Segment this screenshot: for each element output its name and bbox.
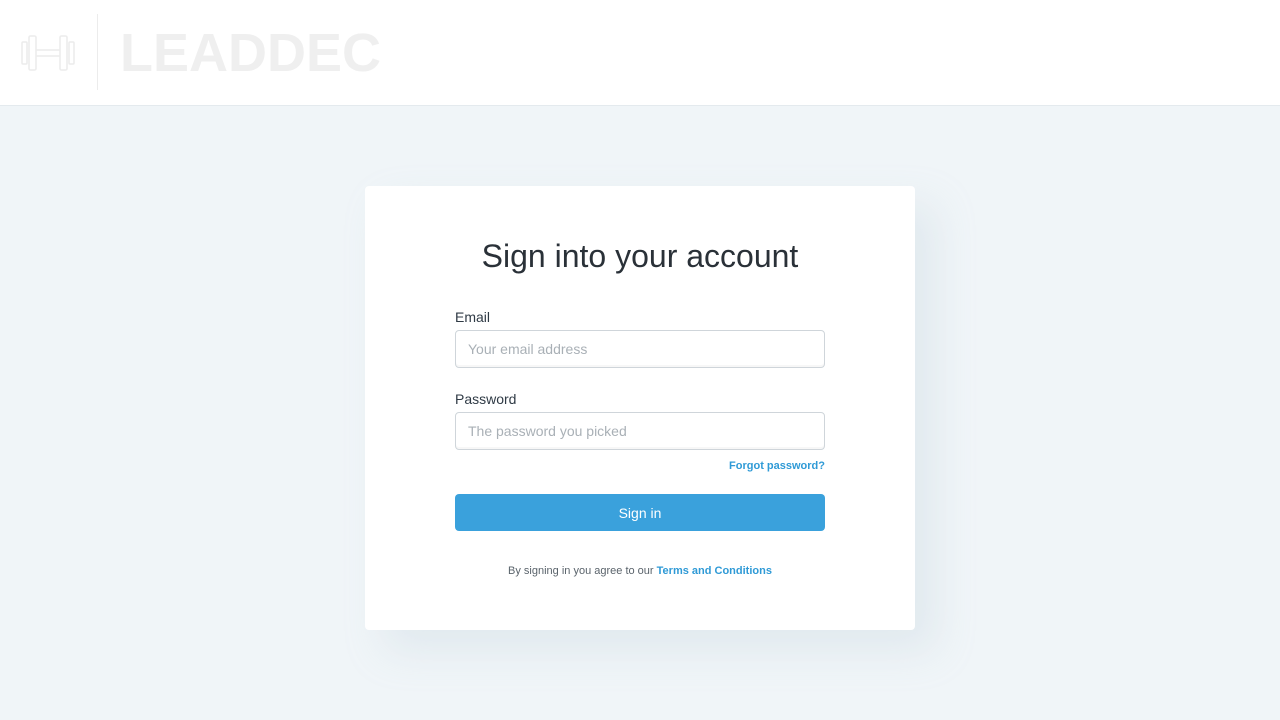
login-card: Sign into your account Email Password Fo… — [365, 186, 915, 630]
page-title: Sign into your account — [481, 238, 799, 274]
logo-divider — [97, 14, 98, 90]
email-field[interactable] — [455, 330, 825, 368]
terms-notice: By signing in you agree to our Terms and… — [365, 564, 915, 578]
forgot-password-link[interactable]: Forgot password? — [455, 459, 825, 473]
logo-text: LEADDEC — [120, 23, 382, 83]
password-label: Password — [455, 391, 517, 407]
terms-prefix: By signing in you agree to our — [508, 565, 654, 577]
email-label: Email — [455, 309, 491, 325]
dumbbell-icon — [21, 35, 75, 71]
top-header: LEADDEC — [0, 0, 1280, 106]
terms-link[interactable]: Terms and Conditions — [657, 565, 772, 577]
sign-in-button[interactable]: Sign in — [455, 494, 825, 531]
password-field[interactable] — [455, 412, 825, 450]
